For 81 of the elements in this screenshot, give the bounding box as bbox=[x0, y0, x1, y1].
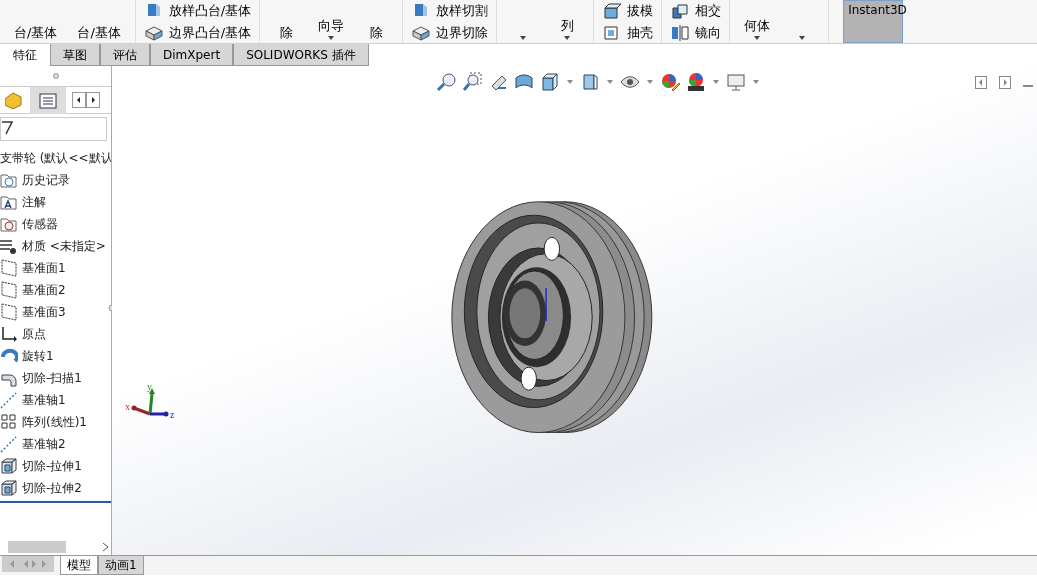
ribbon-button[interactable]: 除 bbox=[358, 0, 395, 43]
bottom-tab[interactable]: 模型 bbox=[60, 556, 98, 575]
ribbon-button[interactable]: 拔模 bbox=[602, 1, 654, 21]
display-style-icon[interactable] bbox=[580, 72, 600, 92]
revolve-icon bbox=[0, 347, 18, 365]
axis-icon bbox=[0, 391, 18, 409]
caret-icon[interactable] bbox=[799, 36, 806, 40]
tree-item[interactable]: 历史记录 bbox=[22, 171, 70, 189]
intersect-icon bbox=[670, 1, 691, 20]
property-tab[interactable] bbox=[30, 86, 66, 114]
annotation-icon bbox=[0, 193, 18, 211]
list-icon bbox=[39, 92, 57, 109]
scroll-left-icon[interactable] bbox=[72, 92, 86, 108]
sensor-icon bbox=[0, 215, 18, 233]
zoom-area-icon[interactable] bbox=[462, 72, 482, 92]
tree-item[interactable]: 旋转1 bbox=[22, 347, 54, 365]
plane-icon bbox=[0, 303, 18, 321]
bottom-tab[interactable]: 动画1 bbox=[98, 556, 144, 575]
tree-item[interactable]: 基准面2 bbox=[22, 281, 66, 299]
caret-icon[interactable] bbox=[564, 36, 571, 40]
tree-item[interactable]: 切除-拉伸2 bbox=[22, 479, 82, 497]
command-tab[interactable]: 评估 bbox=[100, 44, 150, 66]
caret-icon[interactable] bbox=[754, 36, 761, 40]
ribbon-button[interactable]: 抽壳 bbox=[602, 22, 654, 42]
plane-icon bbox=[0, 259, 18, 277]
splitter-handle-icon[interactable] bbox=[52, 73, 59, 79]
ribbon-button[interactable]: 镜向 bbox=[670, 22, 722, 42]
origin-icon bbox=[0, 325, 18, 343]
ribbon-button[interactable]: 台/基体 bbox=[8, 0, 64, 43]
tab-navigation-icon[interactable] bbox=[2, 556, 54, 572]
monitor-icon[interactable] bbox=[726, 72, 746, 92]
extrude-icon bbox=[0, 479, 18, 497]
ribbon-button[interactable]: 何体 bbox=[738, 0, 777, 43]
command-tab[interactable]: 草图 bbox=[50, 44, 100, 66]
ribbon-button[interactable]: 向导 bbox=[312, 0, 351, 43]
ribbon-button[interactable]: 边界凸台/基体 bbox=[143, 22, 252, 42]
ribbon-button[interactable]: 台/基体 bbox=[71, 0, 127, 43]
tree-item[interactable]: 材质 <未指定> bbox=[22, 237, 106, 255]
parts-icon bbox=[5, 91, 25, 110]
tree-item[interactable]: 基准轴2 bbox=[22, 435, 66, 453]
block-icon bbox=[602, 1, 623, 20]
tree-item[interactable]: 基准轴1 bbox=[22, 391, 66, 409]
folder-clock-icon bbox=[0, 171, 18, 189]
tree-item[interactable]: 原点 bbox=[22, 325, 46, 343]
tile-right-icon[interactable] bbox=[999, 76, 1011, 89]
command-tab[interactable]: DimXpert bbox=[150, 44, 234, 66]
filter-field[interactable] bbox=[0, 117, 107, 141]
extrude-icon bbox=[0, 457, 18, 475]
ribbon-button[interactable]: 放样凸台/基体 bbox=[143, 1, 252, 21]
y-axis-label: y bbox=[147, 382, 152, 392]
caret-icon[interactable] bbox=[520, 36, 527, 40]
scrollbar-thumb[interactable] bbox=[8, 541, 66, 553]
section-view-icon[interactable] bbox=[514, 72, 534, 92]
tile-left-icon[interactable] bbox=[975, 76, 987, 89]
caret-icon[interactable] bbox=[328, 36, 335, 40]
filter-icon bbox=[1, 119, 13, 136]
zoom-fit-icon[interactable] bbox=[436, 72, 456, 92]
plane-icon bbox=[0, 281, 18, 299]
ribbon-button[interactable]: 边界切除 bbox=[411, 22, 489, 42]
tree-item[interactable]: 切除-拉伸1 bbox=[22, 457, 82, 475]
z-axis-label: z bbox=[170, 409, 175, 420]
material-icon bbox=[0, 237, 18, 255]
tree-item[interactable]: 阵列(线性)1 bbox=[22, 413, 87, 431]
axis-icon bbox=[0, 435, 18, 453]
scroll-right-icon[interactable] bbox=[86, 92, 100, 108]
ribbon-button[interactable]: 除 bbox=[268, 0, 305, 43]
toggle-button[interactable]: Instant3D bbox=[843, 0, 904, 43]
tree-item[interactable]: 基准面3 bbox=[22, 303, 66, 321]
tree-item[interactable]: 切除-扫描1 bbox=[22, 369, 82, 387]
tree-item[interactable]: 传感器 bbox=[22, 215, 58, 233]
view-cube-icon[interactable] bbox=[540, 72, 560, 92]
appearance-icon[interactable] bbox=[660, 72, 680, 92]
tree-item[interactable]: 注解 bbox=[22, 193, 46, 211]
ribbon-button[interactable]: 相交 bbox=[670, 1, 722, 21]
ribbon-button[interactable]: 放样切割 bbox=[411, 1, 489, 21]
pattern-icon bbox=[0, 413, 18, 431]
command-tab[interactable]: SOLIDWORKS 插件 bbox=[233, 44, 369, 66]
scene-icon[interactable] bbox=[686, 72, 706, 92]
x-axis-label: x bbox=[125, 401, 130, 412]
tree-item[interactable]: 基准面1 bbox=[22, 259, 66, 277]
ribbon-button[interactable]: 列 bbox=[549, 0, 586, 43]
